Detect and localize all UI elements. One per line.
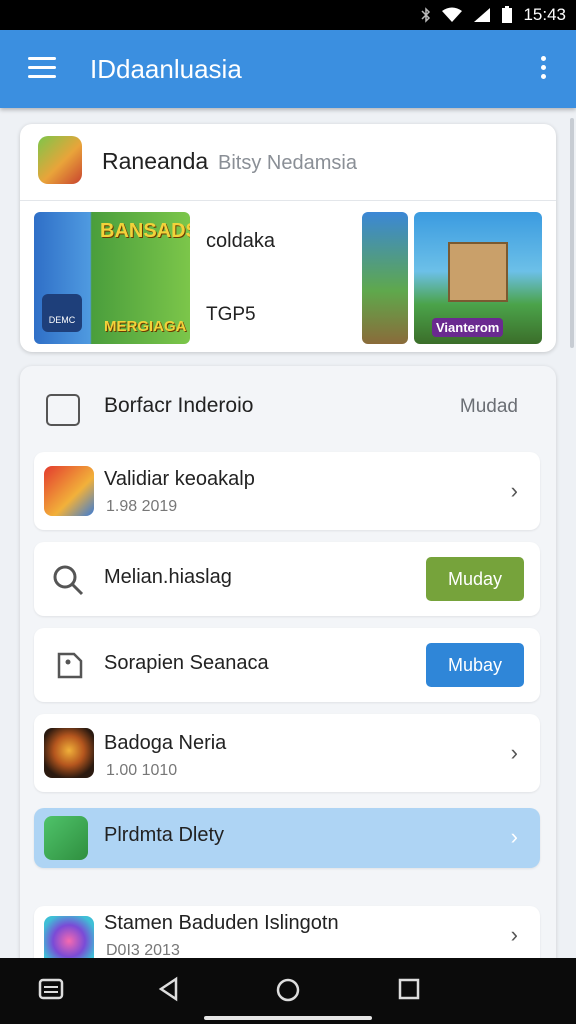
list-item-label: Melian.hiaslag <box>104 566 232 588</box>
banner1-small-badge: DEMC <box>42 294 82 332</box>
game-banner-2[interactable] <box>362 212 408 344</box>
list-item-sub: 1.98 2019 <box>106 498 178 515</box>
list-item-label: Badoga Neria <box>104 732 227 754</box>
list-item-sub: 1.00 1010 <box>106 762 178 779</box>
chevron-right-icon: › <box>510 824 518 849</box>
chevron-right-icon: › <box>510 740 518 765</box>
home-icon[interactable] <box>274 976 302 1004</box>
list-item[interactable]: Badoga Neria 1.00 1010 › <box>34 714 540 792</box>
game-banner-1[interactable]: BANSADS DEMC MERGIAGA <box>34 212 190 344</box>
back-icon[interactable] <box>156 976 182 1002</box>
tag-icon <box>57 652 83 679</box>
home-indicator <box>204 1016 372 1020</box>
chevron-right-icon: › <box>510 478 518 503</box>
game-icon <box>44 728 94 778</box>
chevron-right-icon: › <box>510 922 518 947</box>
list-item-label: Stamen Baduden Islingotn <box>104 912 339 934</box>
list-item-label: Sorapien Seanaca <box>104 652 269 674</box>
list-item-highlighted[interactable]: Plrdmta Dlety › <box>34 808 540 868</box>
featured-middle-label: coldaka <box>206 230 275 252</box>
game-icon <box>44 816 88 860</box>
game-icon <box>44 466 94 516</box>
featured-app-subtitle: Bitsy Nedamsia <box>218 152 357 174</box>
list-item-label: Plrdmta Dlety <box>104 824 225 846</box>
hamburger-menu-icon[interactable] <box>28 57 56 79</box>
overview-icon[interactable] <box>396 976 422 1002</box>
list-item-label: Validiar keoakalp <box>104 468 255 490</box>
wifi-icon <box>442 7 463 22</box>
featured-app-name: Raneanda <box>102 148 209 174</box>
app-bar: IDdaanluasia <box>0 30 576 108</box>
briefcase-icon <box>46 394 80 426</box>
bluetooth-icon <box>421 7 431 23</box>
status-time: 15:43 <box>523 5 566 24</box>
navigation-bar <box>0 958 576 1024</box>
featured-header[interactable]: Raneanda Bitsy Nedamsia <box>20 124 556 201</box>
banner3-label: Vianterom <box>432 318 504 337</box>
app-title: IDdaanluasia <box>90 54 242 84</box>
more-options-icon[interactable] <box>540 56 548 82</box>
list-item[interactable]: Validiar keoakalp 1.98 2019 › <box>34 452 540 530</box>
featured-middle-sub: TGP5 <box>206 304 256 325</box>
list-item[interactable]: Sorapien Seanaca Mubay <box>34 628 540 702</box>
banner3-building <box>448 242 508 302</box>
featured-app-icon <box>38 136 82 184</box>
list-item[interactable]: Melian.hiaslag Muday <box>34 542 540 616</box>
signal-icon <box>474 8 491 22</box>
search-icon <box>53 565 84 596</box>
game-banner-3[interactable]: Vianterom <box>414 212 542 344</box>
banner1-title: BANSADS <box>100 220 190 242</box>
mubay-button[interactable]: Mubay <box>426 643 524 687</box>
status-bar: 15:43 <box>0 0 576 30</box>
scrollbar[interactable] <box>570 118 574 348</box>
featured-card: Raneanda Bitsy Nedamsia BANSADS DEMC MER… <box>20 124 556 352</box>
section-action-link[interactable]: Mudad <box>460 396 518 418</box>
battery-icon <box>502 6 513 23</box>
section-title: Borfacr Inderoio <box>104 394 254 417</box>
recents-app-icon[interactable] <box>38 976 64 1002</box>
banner1-bottom-text: MERGIAGA <box>104 318 187 335</box>
section-card: Borfacr Inderoio Mudad Validiar keoakalp… <box>20 366 556 976</box>
muday-button[interactable]: Muday <box>426 557 524 601</box>
